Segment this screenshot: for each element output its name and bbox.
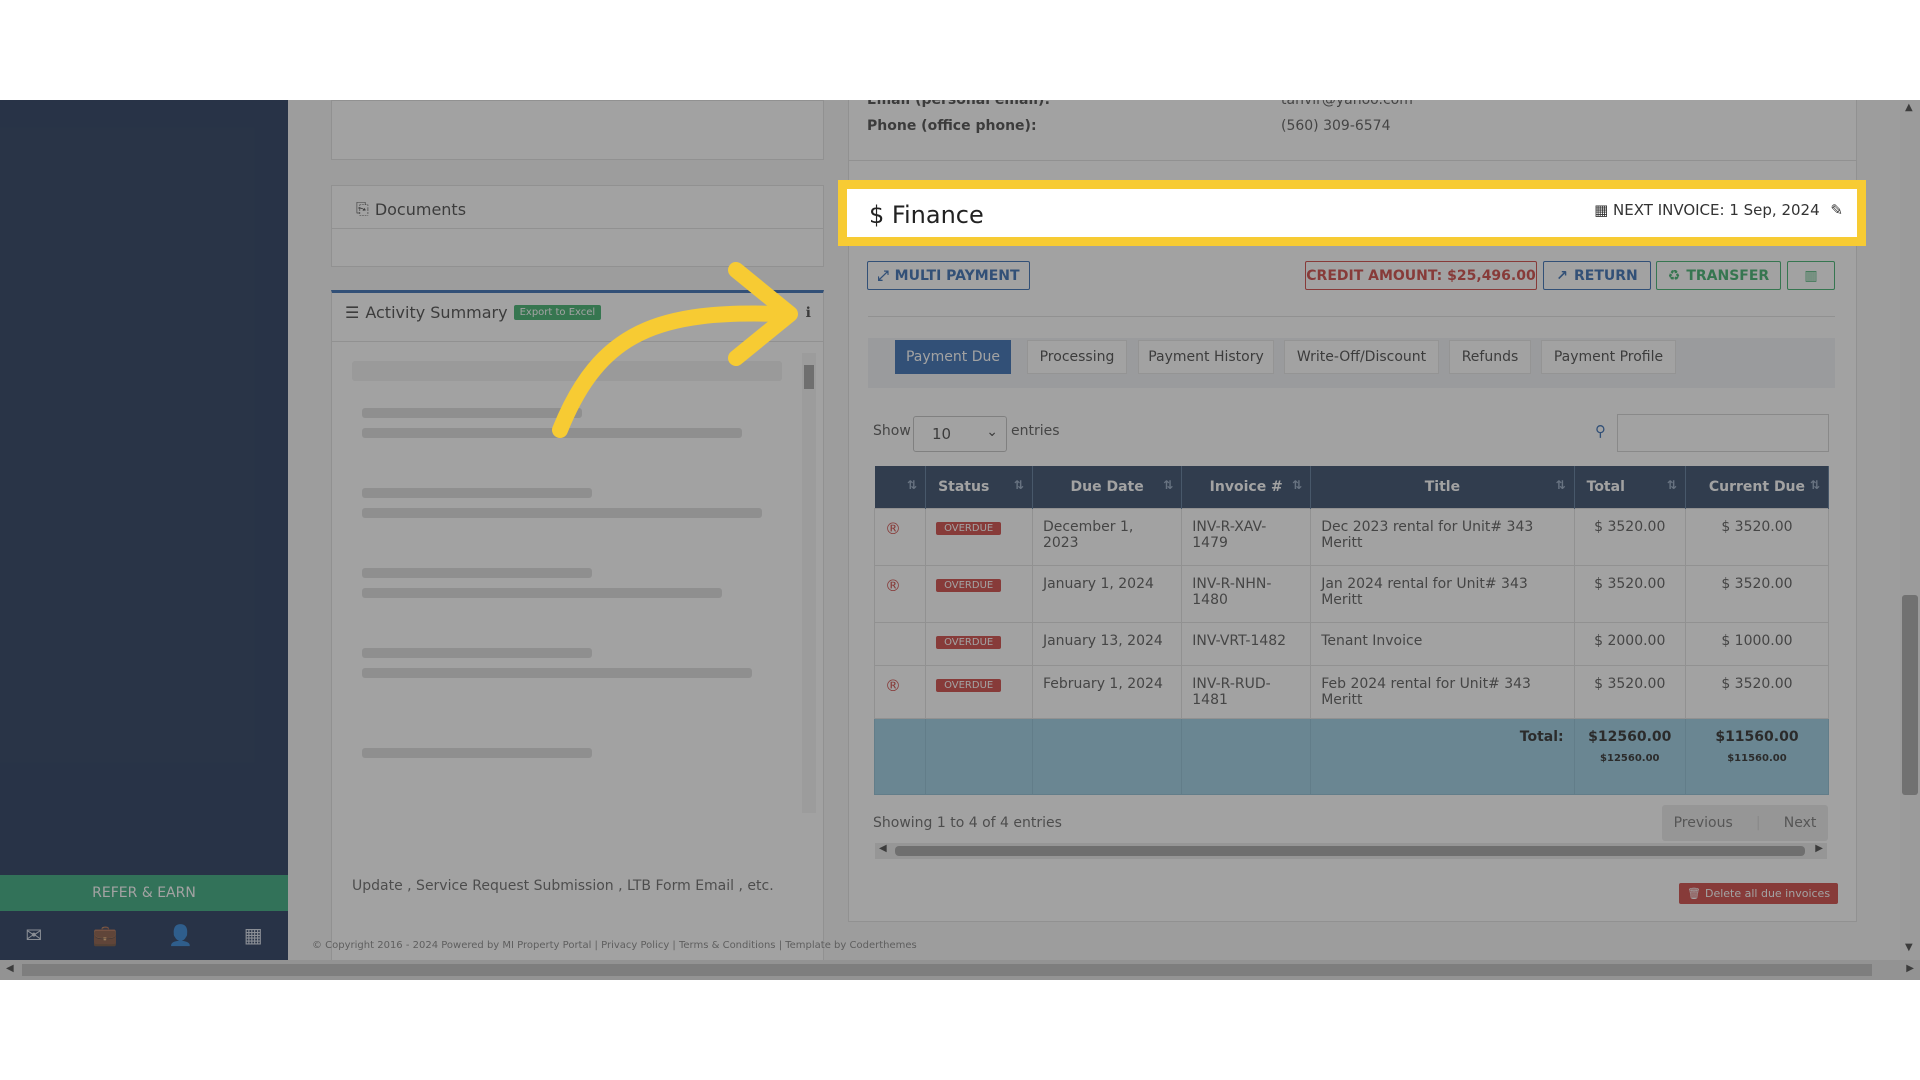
activity-note: Update , Service Request Submission , LT…	[352, 878, 774, 894]
chart-button[interactable]: ▥	[1787, 261, 1835, 290]
edit-icon[interactable]: ✎	[1830, 201, 1843, 219]
expand-icon: ⤢	[877, 267, 889, 284]
bar-chart-icon: ▥	[1804, 267, 1818, 284]
due-date-cell: February 1, 2024	[1031, 665, 1183, 719]
col-due-date[interactable]: Due Date ⇅	[1032, 466, 1183, 509]
list-icon: ☰	[345, 303, 360, 322]
table-horizontal-scrollbar[interactable]: ◀ ▶	[875, 843, 1827, 859]
phone-value: (560) 309-6574	[1281, 118, 1391, 134]
due-date-cell: January 1, 2024	[1031, 565, 1183, 623]
status-badge: OVERDUE	[936, 579, 1002, 592]
show-label: Show	[873, 423, 911, 439]
total-cell: $ 3520.00	[1573, 665, 1686, 719]
col-status[interactable]: Status ⇅	[925, 466, 1033, 509]
search-input[interactable]	[1617, 414, 1829, 452]
chevron-down-icon: ⌄	[986, 424, 998, 440]
total-row: Total: $12560.00 $12560.00 $11560.00 $11…	[873, 718, 1830, 795]
table-row[interactable]: ® OVERDUE January 1, 2024 INV-R-NHN-1480…	[873, 565, 1830, 623]
previous-button[interactable]: Previous	[1674, 815, 1733, 831]
return-button[interactable]: ↗ RETURN	[1543, 261, 1651, 290]
tab-payment-due[interactable]: Payment Due	[895, 340, 1011, 374]
invoice-cell[interactable]: INV-VRT-1482	[1181, 622, 1312, 666]
col-select[interactable]: ⇅	[874, 466, 927, 509]
registered-icon: ®	[885, 676, 901, 695]
total-label: Total:	[1310, 718, 1575, 795]
status-badge: OVERDUE	[936, 679, 1002, 692]
title-cell: Jan 2024 rental for Unit# 343 Meritt	[1310, 565, 1575, 623]
finance-title: $ Finance	[869, 201, 984, 229]
documents-label[interactable]: Documents	[375, 200, 466, 219]
pagination: Previous | Next	[1662, 805, 1828, 841]
email-value: tanvir@yahoo.com	[1281, 100, 1413, 108]
status-badge: OVERDUE	[936, 522, 1002, 535]
current-due-cell: $ 3520.00	[1684, 665, 1830, 719]
title-cell: Tenant Invoice	[1310, 622, 1575, 666]
calculator-icon[interactable]: ▦	[244, 923, 263, 947]
registered-icon: ®	[885, 576, 901, 595]
current-due-cell: $ 3520.00	[1684, 565, 1830, 623]
browser-viewport: REFER & EARN ✉ 💼 👤 ▦ ⎘ Documents ☰ Activ…	[0, 100, 1920, 980]
table-row[interactable]: OVERDUE January 13, 2024 INV-VRT-1482 Te…	[873, 622, 1830, 666]
user-icon[interactable]: 👤	[168, 923, 193, 947]
documents-icon: ⎘	[356, 199, 369, 218]
next-button[interactable]: Next	[1784, 815, 1817, 831]
footer: © Copyright 2016 - 2024 Powered by MI Pr…	[312, 940, 917, 951]
current-sum-cell: $11560.00 $11560.00	[1684, 718, 1830, 795]
multi-payment-button[interactable]: ⤢ MULTI PAYMENT	[867, 261, 1030, 290]
due-date-cell: December 1, 2023	[1031, 508, 1183, 566]
total-cell: $ 2000.00	[1573, 622, 1686, 666]
email-label: Email (personal email):	[867, 100, 1051, 108]
calendar-icon: ▦	[1594, 201, 1609, 219]
tab-payment-profile[interactable]: Payment Profile	[1541, 340, 1676, 374]
refer-earn-button[interactable]: REFER & EARN	[0, 875, 288, 911]
total-cell: $ 3520.00	[1573, 565, 1686, 623]
col-total[interactable]: Total ⇅	[1574, 466, 1686, 509]
page-vertical-scrollbar[interactable]: ▲ ▼	[1900, 100, 1920, 960]
phone-label: Phone (office phone):	[867, 118, 1037, 134]
current-due-cell: $ 1000.00	[1684, 622, 1830, 666]
total-sum-cell: $12560.00 $12560.00	[1573, 718, 1686, 795]
next-invoice: ▦ NEXT INVOICE: 1 Sep, 2024 ✎	[1594, 201, 1843, 219]
title-cell: Dec 2023 rental for Unit# 343 Meritt	[1310, 508, 1575, 566]
tab-refunds[interactable]: Refunds	[1449, 340, 1531, 374]
sidebar-icon-bar: ✉ 💼 👤 ▦	[0, 911, 288, 958]
external-link-icon: ↗	[1556, 267, 1568, 284]
delete-all-due-button[interactable]: 🗑 Delete all due invoices	[1679, 883, 1839, 904]
envelope-icon[interactable]: ✉	[25, 923, 42, 947]
table-row[interactable]: ® OVERDUE February 1, 2024 INV-R-RUD-148…	[873, 665, 1830, 719]
current-due-cell: $ 3520.00	[1684, 508, 1830, 566]
tutorial-arrow-icon	[552, 262, 798, 438]
invoice-cell[interactable]: INV-R-XAV-1479	[1181, 508, 1312, 566]
recycle-icon: ♻	[1667, 267, 1681, 284]
sidebar: REFER & EARN ✉ 💼 👤 ▦	[0, 100, 288, 980]
credit-amount-button[interactable]: CREDIT AMOUNT: $25,496.00	[1305, 261, 1537, 290]
invoice-table: ⇅ Status ⇅ Due Date ⇅ Invoice # ⇅ Title ⇅ To…	[873, 466, 1830, 795]
col-title[interactable]: Title ⇅	[1310, 466, 1575, 509]
col-invoice[interactable]: Invoice # ⇅	[1181, 466, 1312, 509]
dollar-icon: $	[869, 201, 885, 229]
page-horizontal-scrollbar[interactable]: ◀ ▶	[0, 960, 1920, 980]
briefcase-icon[interactable]: 💼	[93, 923, 118, 947]
showing-entries: Showing 1 to 4 of 4 entries	[873, 815, 1062, 831]
registered-icon: ®	[885, 519, 901, 538]
activity-summary-label: Activity Summary	[365, 303, 508, 322]
tab-processing[interactable]: Processing	[1027, 340, 1127, 374]
entries-select[interactable]: 10 ⌄	[913, 416, 1007, 452]
trash-icon: 🗑	[1687, 887, 1701, 900]
transfer-button[interactable]: ♻ TRANSFER	[1656, 261, 1781, 290]
entries-label: entries	[1011, 423, 1060, 439]
status-badge: OVERDUE	[936, 636, 1002, 649]
total-cell: $ 3520.00	[1573, 508, 1686, 566]
finance-header-highlight: $ Finance ▦ NEXT INVOICE: 1 Sep, 2024 ✎	[838, 180, 1866, 246]
invoice-cell[interactable]: INV-R-RUD-1481	[1181, 665, 1312, 719]
title-cell: Feb 2024 rental for Unit# 343 Meritt	[1310, 665, 1575, 719]
table-row[interactable]: ® OVERDUE December 1, 2023 INV-R-XAV-147…	[873, 508, 1830, 566]
left-top-card	[331, 100, 824, 160]
search-icon: ⚲	[1595, 422, 1606, 440]
tab-payment-history[interactable]: Payment History	[1138, 340, 1274, 374]
invoice-cell[interactable]: INV-R-NHN-1480	[1181, 565, 1312, 623]
due-date-cell: January 13, 2024	[1031, 622, 1183, 666]
tab-write-off-discount[interactable]: Write-Off/Discount	[1284, 340, 1439, 374]
col-current-due[interactable]: Current Due ⇅	[1685, 466, 1830, 509]
